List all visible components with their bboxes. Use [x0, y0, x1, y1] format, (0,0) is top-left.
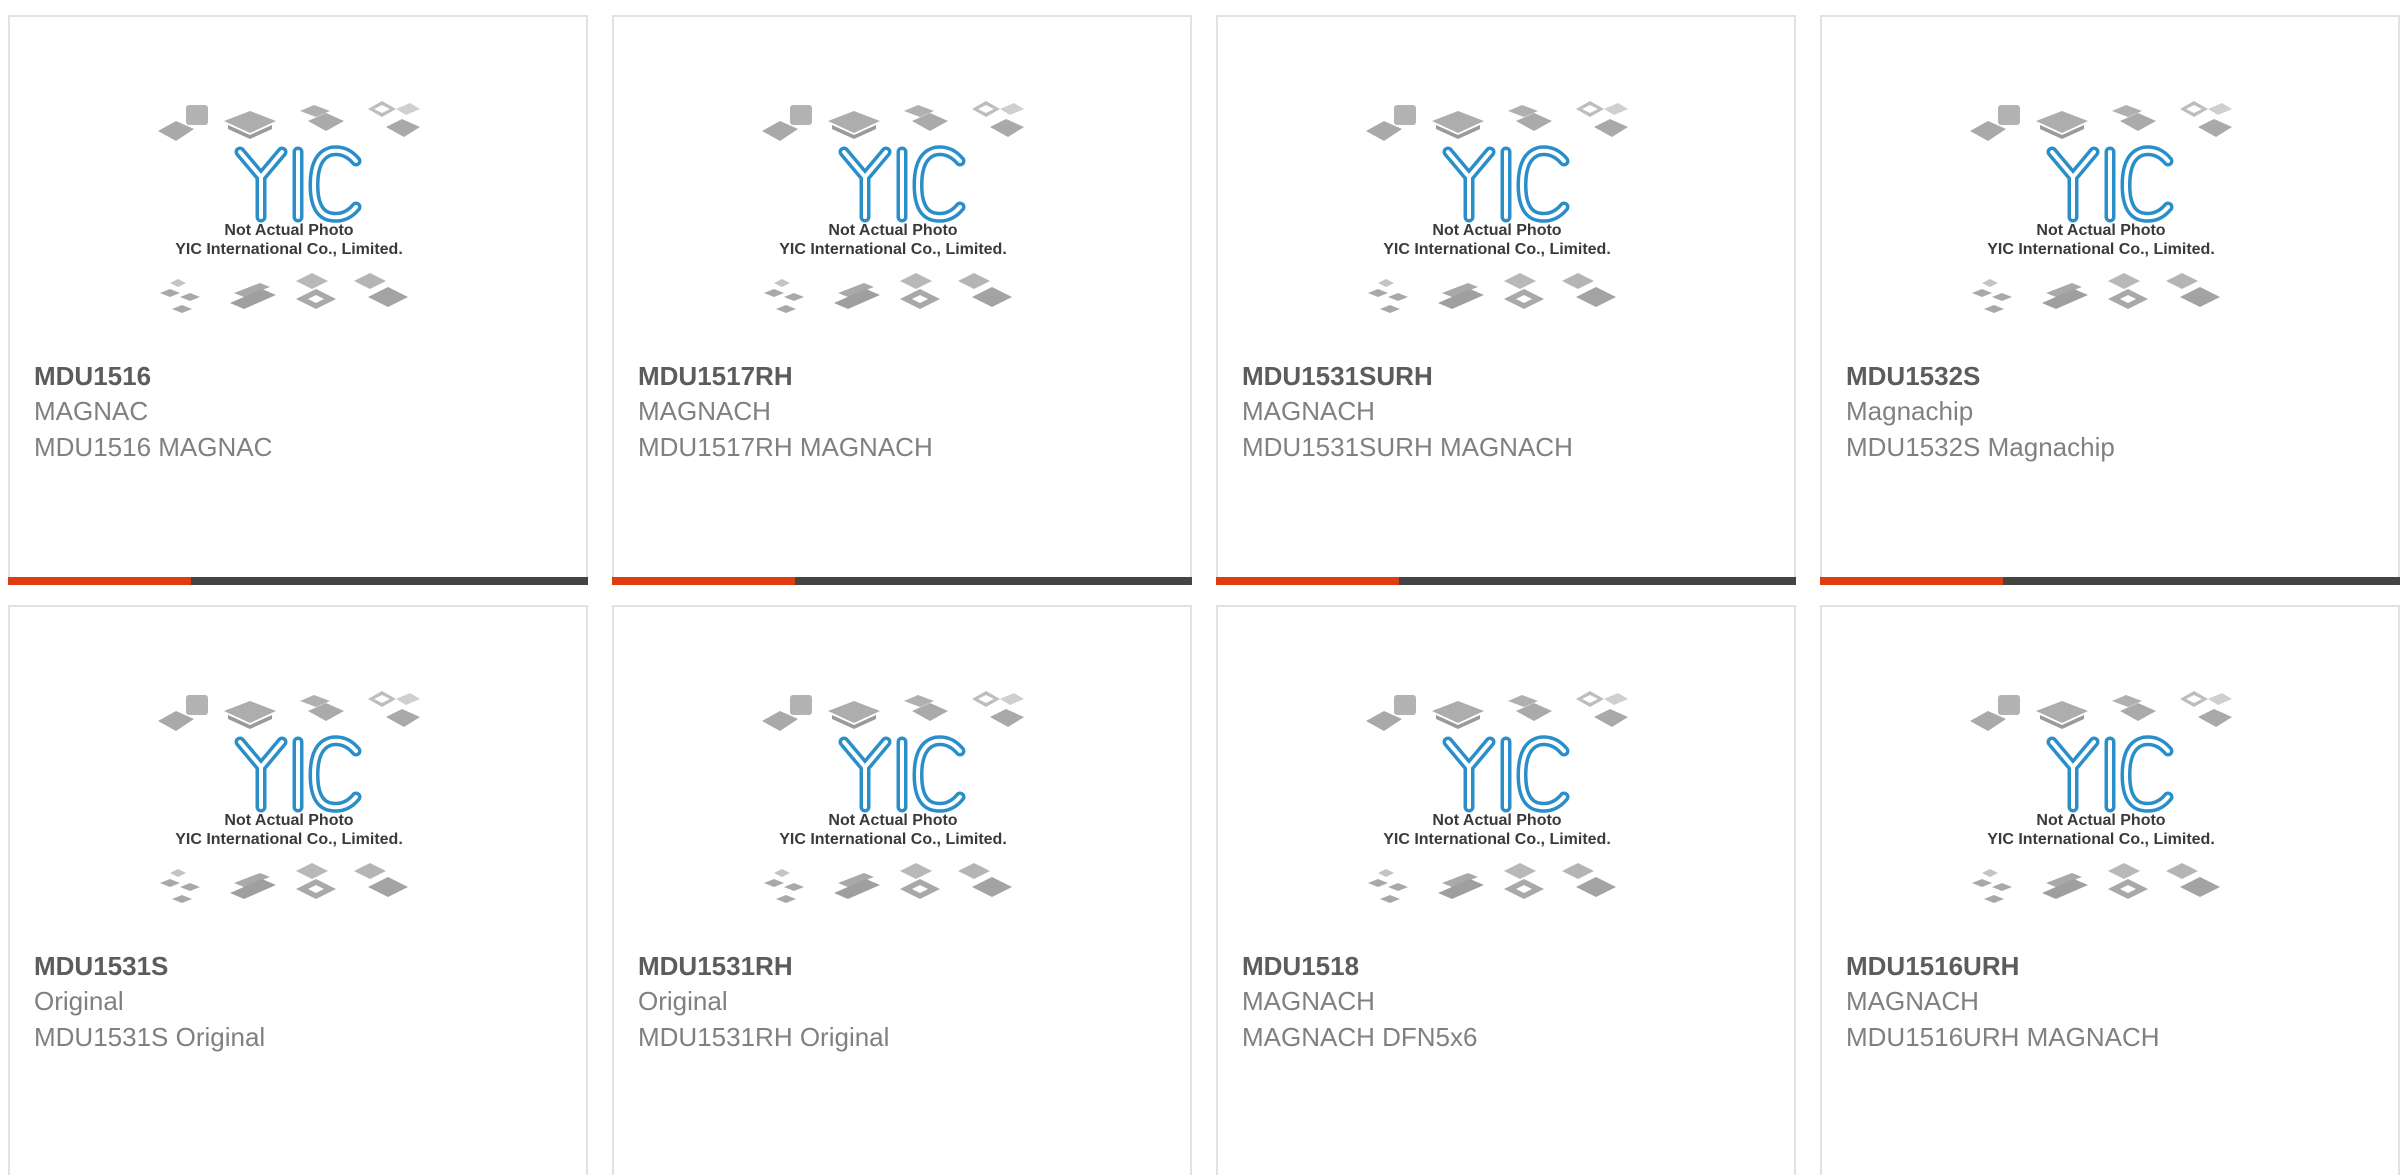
card-progress-bar: [1820, 577, 2400, 585]
card-progress-fill: [1820, 577, 2003, 585]
placeholder-image: Not Actual Photo YIC International Co., …: [158, 691, 420, 903]
caption-line1: Not Actual Photo: [828, 812, 957, 829]
description: MDU1517RH MAGNACH: [638, 432, 933, 462]
placeholder-image: Not Actual Photo YIC International Co., …: [762, 691, 1024, 903]
product-image[interactable]: Not Actual Photo YIC International Co., …: [762, 97, 1024, 359]
product-info: MDU1531SURH MAGNACH MDU1531SURH MAGNACH: [1242, 359, 1782, 465]
caption-line2: YIC International Co., Limited.: [779, 831, 1007, 848]
product-card[interactable]: Not Actual Photo YIC International Co., …: [612, 605, 1192, 1175]
description: MAGNACH DFN5x6: [1242, 1022, 1478, 1052]
product-card[interactable]: Not Actual Photo YIC International Co., …: [612, 15, 1192, 585]
description: MDU1532S Magnachip: [1846, 432, 2115, 462]
product-image[interactable]: Not Actual Photo YIC International Co., …: [1366, 687, 1628, 949]
product-info: MDU1531RH Original MDU1531RH Original: [638, 949, 1178, 1055]
product-info: MDU1518 MAGNACH MAGNACH DFN5x6: [1242, 949, 1782, 1055]
manufacturer: MAGNACH: [638, 396, 771, 426]
description: MDU1531SURH MAGNACH: [1242, 432, 1573, 462]
placeholder-image: Not Actual Photo YIC International Co., …: [158, 101, 420, 313]
product-image[interactable]: Not Actual Photo YIC International Co., …: [158, 97, 420, 359]
part-number[interactable]: MDU1531RH: [638, 949, 1178, 983]
caption-line1: Not Actual Photo: [224, 222, 353, 239]
product-card[interactable]: Not Actual Photo YIC International Co., …: [1820, 605, 2400, 1175]
manufacturer: MAGNAC: [34, 396, 149, 426]
manufacturer: Original: [34, 986, 124, 1016]
product-card[interactable]: Not Actual Photo YIC International Co., …: [1820, 15, 2400, 585]
product-image[interactable]: Not Actual Photo YIC International Co., …: [158, 687, 420, 949]
product-grid: Not Actual Photo YIC International Co., …: [8, 15, 2400, 1175]
manufacturer: MAGNACH: [1242, 986, 1375, 1016]
part-number[interactable]: MDU1516URH: [1846, 949, 2386, 983]
placeholder-image: Not Actual Photo YIC International Co., …: [762, 101, 1024, 313]
placeholder-image: Not Actual Photo YIC International Co., …: [1366, 691, 1628, 903]
product-card[interactable]: Not Actual Photo YIC International Co., …: [1216, 15, 1796, 585]
description: MDU1516URH MAGNACH: [1846, 1022, 2160, 1052]
caption-line1: Not Actual Photo: [2036, 812, 2165, 829]
part-number[interactable]: MDU1532S: [1846, 359, 2386, 393]
card-progress-bar: [1216, 577, 1796, 585]
product-info: MDU1517RH MAGNACH MDU1517RH MAGNACH: [638, 359, 1178, 465]
product-info: MDU1531S Original MDU1531S Original: [34, 949, 574, 1055]
part-number[interactable]: MDU1531S: [34, 949, 574, 983]
product-card[interactable]: Not Actual Photo YIC International Co., …: [8, 605, 588, 1175]
caption-line2: YIC International Co., Limited.: [779, 241, 1007, 258]
card-progress-bar: [8, 577, 588, 585]
caption-line1: Not Actual Photo: [224, 812, 353, 829]
manufacturer: MAGNACH: [1846, 986, 1979, 1016]
part-number[interactable]: MDU1517RH: [638, 359, 1178, 393]
product-info: MDU1532S Magnachip MDU1532S Magnachip: [1846, 359, 2386, 465]
placeholder-image: Not Actual Photo YIC International Co., …: [1970, 691, 2232, 903]
manufacturer: Original: [638, 986, 728, 1016]
card-progress-bar: [612, 577, 1192, 585]
description: MDU1516 MAGNAC: [34, 432, 273, 462]
product-card[interactable]: Not Actual Photo YIC International Co., …: [8, 15, 588, 585]
caption-line2: YIC International Co., Limited.: [175, 241, 403, 258]
card-progress-fill: [8, 577, 191, 585]
manufacturer: MAGNACH: [1242, 396, 1375, 426]
product-image[interactable]: Not Actual Photo YIC International Co., …: [1366, 97, 1628, 359]
caption-line1: Not Actual Photo: [2036, 222, 2165, 239]
caption-line1: Not Actual Photo: [1432, 222, 1561, 239]
card-progress-fill: [612, 577, 795, 585]
card-progress-fill: [1216, 577, 1399, 585]
caption-line1: Not Actual Photo: [828, 222, 957, 239]
product-info: MDU1516 MAGNAC MDU1516 MAGNAC: [34, 359, 574, 465]
placeholder-image: Not Actual Photo YIC International Co., …: [1366, 101, 1628, 313]
product-image[interactable]: Not Actual Photo YIC International Co., …: [1970, 97, 2232, 359]
part-number[interactable]: MDU1516: [34, 359, 574, 393]
caption-line2: YIC International Co., Limited.: [1383, 241, 1611, 258]
product-image[interactable]: Not Actual Photo YIC International Co., …: [1970, 687, 2232, 949]
part-number[interactable]: MDU1531SURH: [1242, 359, 1782, 393]
caption-line2: YIC International Co., Limited.: [1383, 831, 1611, 848]
description: MDU1531S Original: [34, 1022, 266, 1052]
manufacturer: Magnachip: [1846, 396, 1974, 426]
product-card[interactable]: Not Actual Photo YIC International Co., …: [1216, 605, 1796, 1175]
product-info: MDU1516URH MAGNACH MDU1516URH MAGNACH: [1846, 949, 2386, 1055]
description: MDU1531RH Original: [638, 1022, 890, 1052]
caption-line2: YIC International Co., Limited.: [1987, 831, 2215, 848]
caption-line2: YIC International Co., Limited.: [1987, 241, 2215, 258]
placeholder-image: Not Actual Photo YIC International Co., …: [1970, 101, 2232, 313]
part-number[interactable]: MDU1518: [1242, 949, 1782, 983]
caption-line2: YIC International Co., Limited.: [175, 831, 403, 848]
product-image[interactable]: Not Actual Photo YIC International Co., …: [762, 687, 1024, 949]
caption-line1: Not Actual Photo: [1432, 812, 1561, 829]
